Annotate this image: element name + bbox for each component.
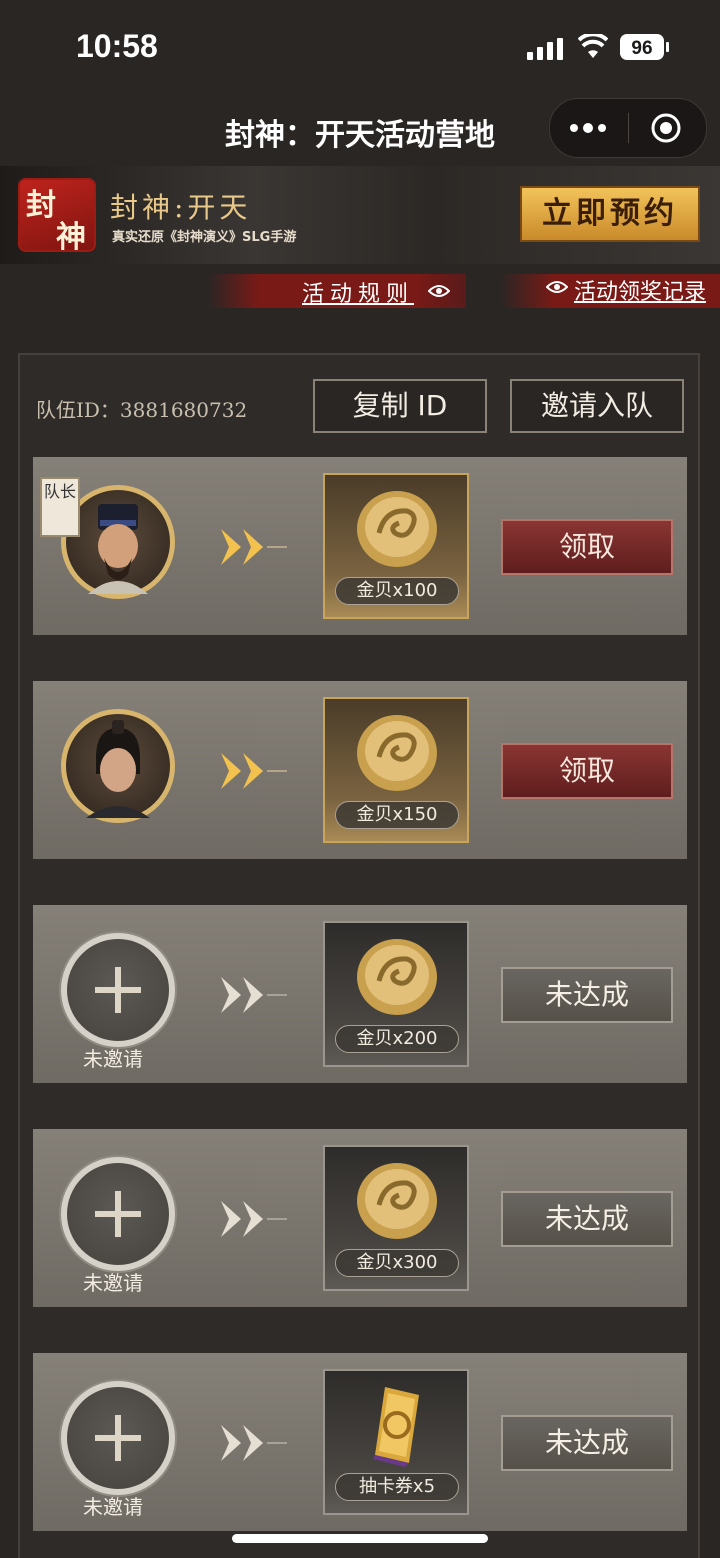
mini-program-capsule bbox=[549, 98, 707, 158]
reward-item: 金贝x200 bbox=[323, 921, 469, 1067]
status-bar: 10:58 96 bbox=[0, 0, 720, 96]
not-achieved-button[interactable]: 未达成 bbox=[501, 967, 673, 1023]
rules-link[interactable]: 活动规则 bbox=[302, 276, 414, 308]
reward-label: 金贝x150 bbox=[335, 801, 459, 829]
reward-label: 抽卡券x5 bbox=[335, 1473, 459, 1501]
member-row: 未邀请 金贝x200 未达成 bbox=[33, 905, 687, 1083]
not-invited-label: 未邀请 bbox=[83, 1495, 143, 1519]
reward-label: 金贝x200 bbox=[335, 1025, 459, 1053]
avatar bbox=[61, 709, 175, 823]
not-achieved-button[interactable]: 未达成 bbox=[501, 1415, 673, 1471]
not-achieved-button[interactable]: 未达成 bbox=[501, 1191, 673, 1247]
wifi-icon bbox=[578, 34, 608, 58]
eye-icon bbox=[428, 285, 450, 297]
battery-level: 96 bbox=[631, 38, 652, 59]
records-link[interactable]: 活动领奖记录 bbox=[574, 274, 706, 306]
gold-shell-icon bbox=[357, 491, 437, 567]
member-row: 未邀请 金贝x300 未达成 bbox=[33, 1129, 687, 1307]
eye-icon bbox=[546, 281, 568, 293]
team-id: 队伍ID：3881680732 bbox=[36, 398, 248, 422]
chevrons-right-icon bbox=[221, 1425, 287, 1461]
gold-shell-icon bbox=[357, 715, 437, 791]
signal-icon bbox=[527, 38, 563, 60]
chevrons-right-icon bbox=[221, 977, 287, 1013]
close-mini-program-icon[interactable] bbox=[650, 112, 682, 144]
chevrons-right-icon bbox=[221, 1201, 287, 1237]
page-title: 封神：开天活动营地 bbox=[225, 118, 495, 153]
game-banner: 封 神 封神:开天 真实还原《封神演义》SLG手游 立即预约 bbox=[0, 166, 720, 264]
reward-item: 抽卡券x5 bbox=[323, 1369, 469, 1515]
chevrons-right-icon bbox=[221, 529, 287, 565]
game-subtitle: 真实还原《封神演义》SLG手游 bbox=[112, 230, 297, 245]
member-row: 未邀请 抽卡券x5 未达成 bbox=[33, 1353, 687, 1531]
invite-slot[interactable] bbox=[61, 1381, 175, 1495]
reward-item: 金贝x300 bbox=[323, 1145, 469, 1291]
links-bar: 活动规则 活动领奖记录 bbox=[0, 264, 720, 314]
not-invited-label: 未邀请 bbox=[83, 1047, 143, 1071]
draw-ticket-icon bbox=[373, 1387, 419, 1467]
game-logo: 封 神 bbox=[18, 178, 96, 255]
gold-shell-icon bbox=[357, 1163, 437, 1239]
member-row: 金贝x150 领取 bbox=[33, 681, 687, 859]
reserve-button[interactable]: 立即预约 bbox=[520, 186, 700, 242]
invite-button[interactable]: 邀请入队 bbox=[510, 379, 684, 433]
invite-slot[interactable] bbox=[61, 1157, 175, 1271]
member-row: 队长 金贝x100 领取 bbox=[33, 457, 687, 635]
gold-shell-icon bbox=[357, 939, 437, 1015]
claim-button[interactable]: 领取 bbox=[501, 519, 673, 575]
capsule-divider bbox=[628, 113, 629, 143]
reward-label: 金贝x100 bbox=[335, 577, 459, 605]
copy-id-button[interactable]: 复制 ID bbox=[313, 379, 487, 433]
avatar-portrait bbox=[88, 504, 148, 594]
avatar-portrait bbox=[86, 720, 150, 818]
chevrons-right-icon bbox=[221, 753, 287, 789]
claim-button[interactable]: 领取 bbox=[501, 743, 673, 799]
plus-icon bbox=[95, 1191, 141, 1237]
reward-item: 金贝x150 bbox=[323, 697, 469, 843]
not-invited-label: 未邀请 bbox=[83, 1271, 143, 1295]
battery-icon: 96 bbox=[620, 34, 669, 60]
captain-badge: 队长 bbox=[40, 477, 80, 537]
status-time: 10:58 bbox=[76, 28, 158, 64]
nav-bar: 封神：开天活动营地 bbox=[0, 96, 720, 166]
more-icon[interactable] bbox=[568, 118, 608, 138]
invite-slot[interactable] bbox=[61, 933, 175, 1047]
plus-icon bbox=[95, 967, 141, 1013]
reward-item: 金贝x100 bbox=[323, 473, 469, 619]
game-title: 封神:开天 bbox=[110, 191, 252, 224]
plus-icon bbox=[95, 1415, 141, 1461]
home-indicator[interactable] bbox=[232, 1534, 488, 1543]
reward-label: 金贝x300 bbox=[335, 1249, 459, 1277]
